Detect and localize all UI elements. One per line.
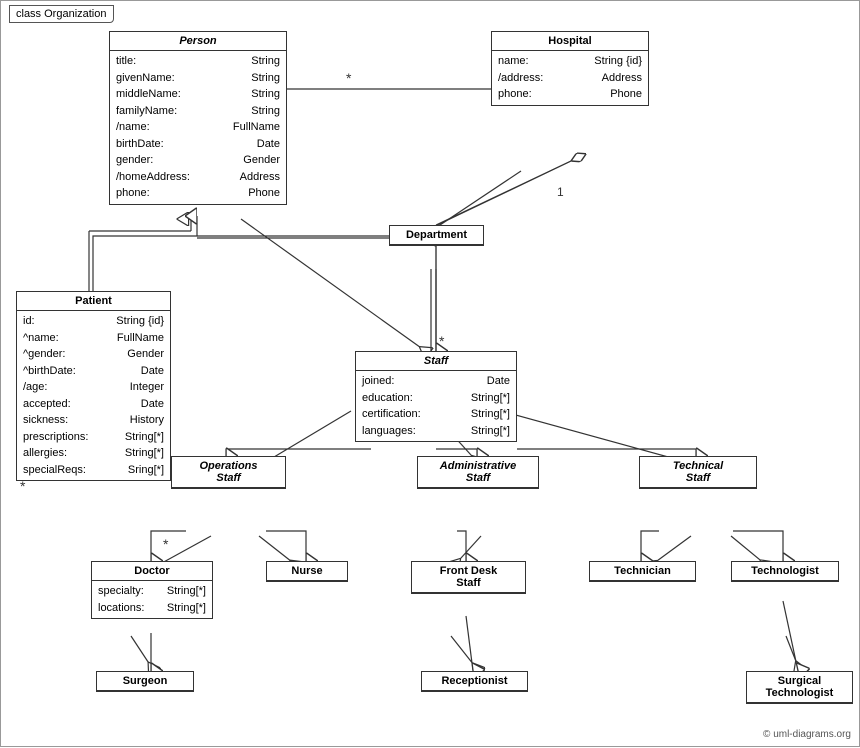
nurse-title: Nurse <box>267 562 347 581</box>
svg-text:1: 1 <box>557 185 564 199</box>
person-attrs: title:String givenName:String middleName… <box>110 51 286 204</box>
person-box: Person title:String givenName:String mid… <box>109 31 287 205</box>
diagram-title: class Organization <box>9 5 114 23</box>
staff-title: Staff <box>356 352 516 371</box>
technician-box: Technician <box>589 561 696 582</box>
surgeon-title: Surgeon <box>97 672 193 691</box>
doctor-box: Doctor specialty:String[*] locations:Str… <box>91 561 213 619</box>
staff-box: Staff joined:Date education:String[*] ce… <box>355 351 517 442</box>
copyright: © uml-diagrams.org <box>763 729 851 740</box>
patient-box: Patient id:String {id} ^name:FullName ^g… <box>16 291 171 481</box>
diagram-container: class Organization <box>0 0 860 747</box>
svg-text:*: * <box>346 70 352 86</box>
administrative-staff-box: Administrative Staff <box>417 456 539 489</box>
technician-title: Technician <box>590 562 695 581</box>
receptionist-title: Receptionist <box>422 672 527 691</box>
department-title: Department <box>390 226 483 245</box>
staff-attrs: joined:Date education:String[*] certific… <box>356 371 516 441</box>
technical-staff-box: Technical Staff <box>639 456 757 489</box>
hospital-box: Hospital name:String {id} /address:Addre… <box>491 31 649 106</box>
patient-title: Patient <box>17 292 170 311</box>
doctor-attrs: specialty:String[*] locations:String[*] <box>92 581 212 618</box>
hospital-title: Hospital <box>492 32 648 51</box>
front-desk-staff-title: Front Desk Staff <box>412 562 525 593</box>
surgeon-box: Surgeon <box>96 671 194 692</box>
hospital-attrs: name:String {id} /address:Address phone:… <box>492 51 648 105</box>
doctor-title: Doctor <box>92 562 212 581</box>
technologist-box: Technologist <box>731 561 839 582</box>
technical-staff-title: Technical Staff <box>640 457 756 488</box>
receptionist-box: Receptionist <box>421 671 528 692</box>
surgical-technologist-box: Surgical Technologist <box>746 671 853 704</box>
operations-staff-box: Operations Staff <box>171 456 286 489</box>
administrative-staff-title: Administrative Staff <box>418 457 538 488</box>
department-box: Department <box>389 225 484 246</box>
technologist-title: Technologist <box>732 562 838 581</box>
operations-staff-title: Operations Staff <box>172 457 285 488</box>
svg-text:*: * <box>439 333 445 349</box>
svg-text:*: * <box>163 536 169 552</box>
nurse-box: Nurse <box>266 561 348 582</box>
surgical-technologist-title: Surgical Technologist <box>747 672 852 703</box>
patient-attrs: id:String {id} ^name:FullName ^gender:Ge… <box>17 311 170 480</box>
person-title: Person <box>110 32 286 51</box>
front-desk-staff-box: Front Desk Staff <box>411 561 526 594</box>
